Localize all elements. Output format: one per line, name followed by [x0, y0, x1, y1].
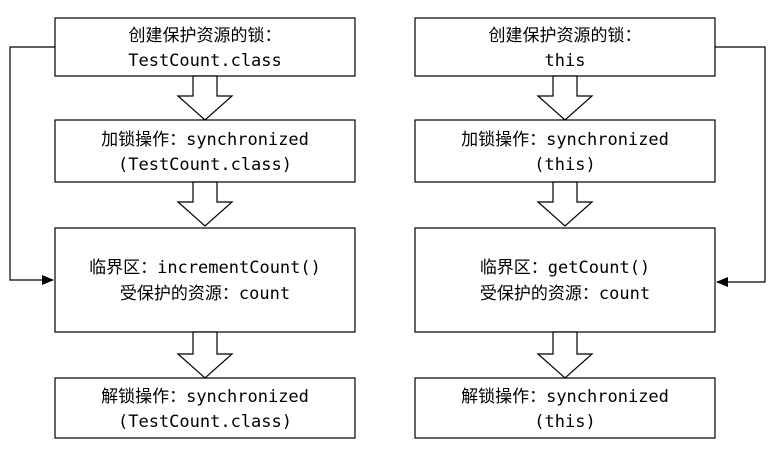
lock-flow-diagram: 创建保护资源的锁： TestCount.class 加锁操作：synchroni…	[9, 17, 766, 439]
left-lock-op-line2: (TestCount.class)	[118, 155, 292, 175]
right-create-lock-line1: 创建保护资源的锁：	[489, 26, 642, 46]
left-down-arrow-3	[176, 331, 234, 379]
right-critical-section-box	[414, 227, 716, 333]
right-critical-section-line2: 受保护的资源：count	[480, 284, 650, 304]
left-flow: 创建保护资源的锁： TestCount.class 加锁操作：synchroni…	[9, 17, 356, 439]
left-down-arrow-1	[176, 75, 234, 121]
right-down-arrow-3	[536, 331, 594, 379]
right-down-arrow-2	[536, 181, 594, 227]
right-lock-to-critical-connector	[715, 46, 766, 287]
right-critical-section-line1: 临界区：getCount()	[480, 258, 650, 278]
left-lock-to-critical-connector	[9, 46, 55, 285]
right-flow: 创建保护资源的锁： this 加锁操作：synchronized (this) …	[414, 17, 766, 439]
right-unlock-op-line1: 解锁操作：synchronized	[461, 387, 669, 407]
right-lock-op-line1: 加锁操作：synchronized	[461, 130, 669, 150]
left-critical-section-line1: 临界区：incrementCount()	[89, 258, 321, 278]
left-create-lock-line1: 创建保护资源的锁：	[129, 26, 282, 46]
right-create-lock-line2: this	[545, 51, 586, 71]
left-unlock-op-line1: 解锁操作：synchronized	[101, 387, 309, 407]
left-create-lock-line2: TestCount.class	[128, 51, 282, 71]
right-lock-op-line2: (this)	[534, 155, 595, 175]
right-down-arrow-1	[536, 75, 594, 121]
left-lock-op-line1: 加锁操作：synchronized	[101, 130, 309, 150]
right-unlock-op-line2: (this)	[534, 412, 595, 432]
left-critical-section-box	[54, 227, 356, 333]
left-down-arrow-2	[176, 181, 234, 227]
left-unlock-op-line2: (TestCount.class)	[118, 412, 292, 432]
left-critical-section-line2: 受保护的资源：count	[120, 284, 290, 304]
